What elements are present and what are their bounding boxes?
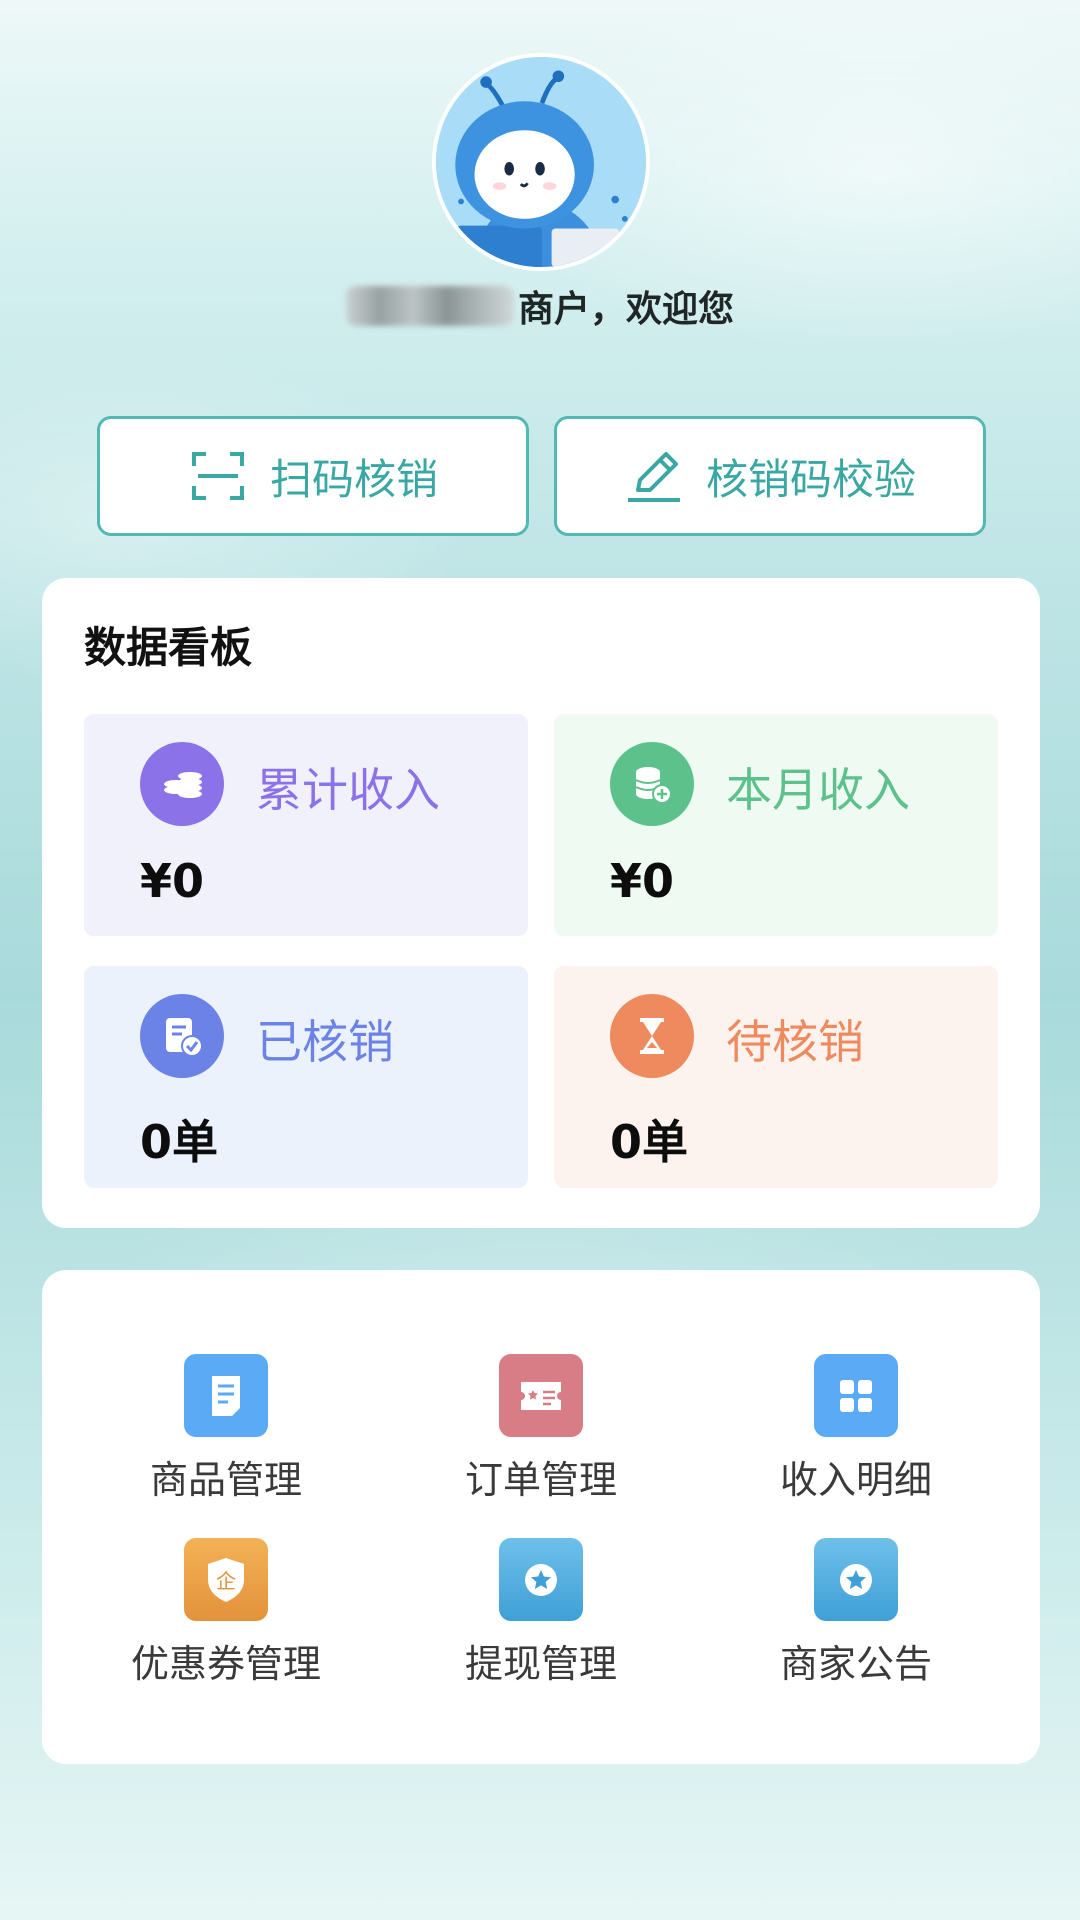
menu-label: 优惠券管理 bbox=[130, 1642, 321, 1686]
menu-item-coupon-management[interactable]: 企 优惠券管理 bbox=[96, 1538, 356, 1688]
menu-label: 商家公告 bbox=[779, 1642, 932, 1686]
pending-label: 待核销 bbox=[726, 1015, 864, 1069]
function-menu-card: 商品管理 订单管理 收入明细 企 优惠券管理 提现管理 商家公告 bbox=[42, 1270, 1040, 1764]
scan-icon bbox=[191, 452, 244, 500]
verified-value: 0单 bbox=[140, 1115, 219, 1169]
verified-label: 已核销 bbox=[256, 1015, 394, 1069]
ticket-icon bbox=[499, 1354, 583, 1437]
code-check-label: 核销码校验 bbox=[705, 454, 916, 504]
document-icon bbox=[184, 1354, 268, 1437]
star-badge-icon bbox=[499, 1538, 583, 1621]
menu-label: 收入明细 bbox=[779, 1458, 932, 1502]
menu-item-product-management[interactable]: 商品管理 bbox=[96, 1354, 356, 1504]
verified-doc-icon bbox=[140, 994, 224, 1078]
enterprise-badge-icon: 企 bbox=[184, 1538, 268, 1621]
pending-tile[interactable]: 待核销 0单 bbox=[554, 966, 998, 1188]
coin-stack-icon bbox=[610, 742, 694, 826]
data-dashboard-card: 数据看板 累计收入 ¥0 本月收入 ¥0 已核销 0单 待核销 0单 bbox=[42, 578, 1040, 1228]
month-income-tile[interactable]: 本月收入 ¥0 bbox=[554, 714, 998, 936]
menu-item-merchant-notice[interactable]: 商家公告 bbox=[726, 1538, 986, 1688]
welcome-text: 商户，欢迎您 bbox=[517, 289, 734, 330]
scan-verify-button[interactable]: 扫码核销 bbox=[97, 416, 529, 536]
coins-icon bbox=[140, 742, 224, 826]
mascot-avatar[interactable] bbox=[432, 53, 650, 271]
dashboard-title: 数据看板 bbox=[84, 623, 253, 672]
total-income-value: ¥0 bbox=[140, 854, 205, 908]
star-badge-icon bbox=[814, 1538, 898, 1621]
menu-item-income-details[interactable]: 收入明细 bbox=[726, 1354, 986, 1504]
pencil-icon bbox=[627, 452, 680, 502]
hourglass-icon bbox=[610, 994, 694, 1078]
month-income-label: 本月收入 bbox=[726, 763, 910, 817]
code-check-button[interactable]: 核销码校验 bbox=[554, 416, 986, 536]
menu-item-withdrawal-management[interactable]: 提现管理 bbox=[411, 1538, 671, 1688]
total-income-tile[interactable]: 累计收入 ¥0 bbox=[84, 714, 528, 936]
svg-text:企: 企 bbox=[216, 1569, 236, 1593]
menu-label: 订单管理 bbox=[464, 1458, 617, 1502]
welcome-line: 商户，欢迎您 bbox=[0, 280, 1080, 332]
total-income-label: 累计收入 bbox=[256, 763, 440, 817]
verified-tile[interactable]: 已核销 0单 bbox=[84, 966, 528, 1188]
grid-icon bbox=[814, 1354, 898, 1437]
menu-item-order-management[interactable]: 订单管理 bbox=[411, 1354, 671, 1504]
pending-value: 0单 bbox=[610, 1115, 689, 1169]
scan-verify-label: 扫码核销 bbox=[269, 454, 438, 504]
blurred-merchant-name bbox=[345, 286, 514, 326]
menu-label: 商品管理 bbox=[149, 1458, 302, 1502]
menu-label: 提现管理 bbox=[464, 1642, 617, 1686]
mascot-avatar-icon bbox=[436, 57, 646, 267]
month-income-value: ¥0 bbox=[610, 854, 675, 908]
